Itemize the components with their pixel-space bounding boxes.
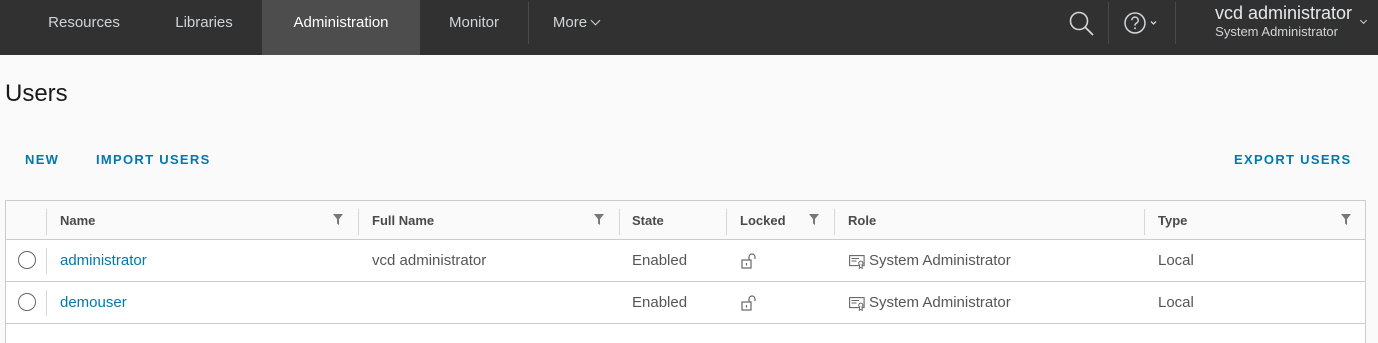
column-separator[interactable] xyxy=(726,209,727,235)
user-name-link[interactable]: demouser xyxy=(60,294,127,311)
chevron-down-icon xyxy=(590,15,601,26)
user-menu[interactable]: vcd administrator System Administrator xyxy=(1180,0,1378,46)
filter-icon[interactable] xyxy=(594,214,604,225)
nav-divider xyxy=(528,2,529,44)
type-cell: Local xyxy=(1158,294,1194,311)
filter-icon[interactable] xyxy=(1341,214,1351,225)
column-separator[interactable] xyxy=(1144,209,1145,235)
chevron-down-icon xyxy=(1359,16,1368,25)
type-cell: Local xyxy=(1158,252,1194,269)
nav-tab-monitor[interactable]: Monitor xyxy=(428,0,520,55)
import-users-button[interactable]: IMPORT USERS xyxy=(96,152,211,167)
users-grid: Name Full Name State Locked Role Type ad… xyxy=(5,200,1366,343)
column-header-full-name[interactable]: Full Name xyxy=(372,213,434,228)
search-icon[interactable] xyxy=(1068,10,1096,38)
role-cell: System Administrator xyxy=(869,252,1011,269)
role-cell: System Administrator xyxy=(869,294,1011,311)
row-select-radio[interactable] xyxy=(18,251,36,269)
nav-tab-libraries[interactable]: Libraries xyxy=(150,0,258,55)
column-header-locked[interactable]: Locked xyxy=(740,213,786,228)
user-role: System Administrator xyxy=(1215,24,1338,39)
page-title: Users xyxy=(5,80,68,107)
user-name: vcd administrator xyxy=(1214,3,1352,23)
column-separator[interactable] xyxy=(619,209,620,235)
column-separator[interactable] xyxy=(358,209,359,235)
filter-icon[interactable] xyxy=(809,214,819,225)
role-icon xyxy=(849,297,865,311)
column-separator[interactable] xyxy=(834,209,835,235)
row-separator xyxy=(46,248,47,274)
nav-tab-resources[interactable]: Resources xyxy=(28,0,140,55)
help-icon[interactable] xyxy=(1122,10,1162,36)
nav-divider xyxy=(1175,2,1176,44)
column-separator xyxy=(46,209,47,235)
unlocked-icon xyxy=(741,253,756,269)
top-nav: Resources Libraries Administration Monit… xyxy=(0,0,1378,55)
export-users-button[interactable]: EXPORT USERS xyxy=(1234,152,1351,167)
state-cell: Enabled xyxy=(632,294,688,311)
nav-more-label: More xyxy=(552,14,588,31)
user-name-link[interactable]: administrator xyxy=(60,252,147,269)
unlocked-icon xyxy=(741,295,756,311)
grid-header: Name Full Name State Locked Role Type xyxy=(6,201,1365,240)
column-header-state[interactable]: State xyxy=(632,213,664,228)
row-separator xyxy=(46,290,47,316)
filter-icon[interactable] xyxy=(333,214,343,225)
table-row: demouser Enabled System Administrator Lo… xyxy=(6,282,1365,324)
full-name-cell: vcd administrator xyxy=(372,252,487,269)
table-row: administrator vcd administrator Enabled … xyxy=(6,240,1365,282)
column-header-name[interactable]: Name xyxy=(60,213,95,228)
nav-divider xyxy=(1108,2,1109,44)
column-header-type[interactable]: Type xyxy=(1158,213,1187,228)
nav-more-menu[interactable]: More xyxy=(536,0,616,55)
nav-tab-administration[interactable]: Administration xyxy=(262,0,420,55)
role-icon xyxy=(849,255,865,269)
row-select-radio[interactable] xyxy=(18,293,36,311)
column-header-role[interactable]: Role xyxy=(848,213,876,228)
new-button[interactable]: NEW xyxy=(25,152,59,167)
state-cell: Enabled xyxy=(632,252,688,269)
